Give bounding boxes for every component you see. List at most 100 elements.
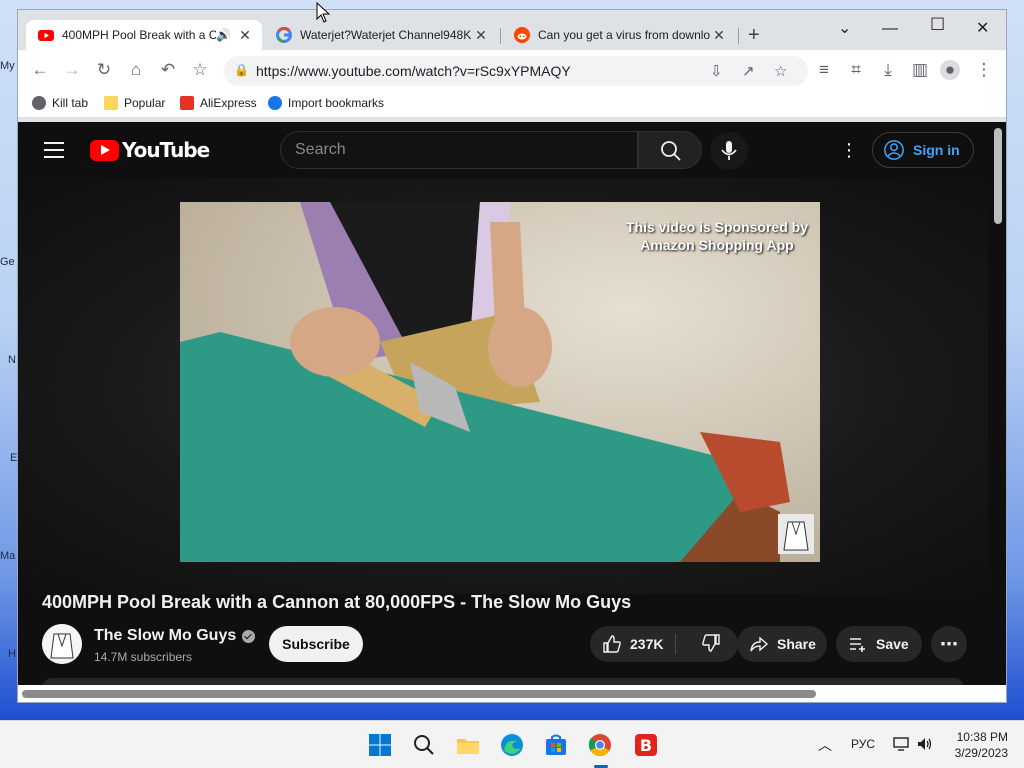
like-divider bbox=[675, 634, 676, 654]
media-control-icon[interactable]: ≡ bbox=[814, 60, 834, 80]
bookmark-kill-tab[interactable]: Kill tab bbox=[32, 96, 88, 110]
save-playlist-icon bbox=[850, 638, 865, 652]
channel-watermark-icon[interactable] bbox=[778, 514, 814, 554]
home-button[interactable]: ⌂ bbox=[126, 60, 146, 80]
subscribe-button[interactable]: Subscribe bbox=[269, 626, 363, 662]
desktop-icon-label[interactable]: Ma bbox=[0, 550, 15, 562]
tab-title: Waterjet?Waterjet Channel948K bbox=[300, 28, 472, 42]
desktop-icon-label[interactable]: My bbox=[0, 60, 15, 72]
close-tab-icon[interactable]: ✕ bbox=[710, 27, 728, 44]
profile-icon[interactable]: ● bbox=[940, 60, 960, 80]
crop-icon[interactable]: ⌗ bbox=[846, 60, 866, 80]
search-button[interactable] bbox=[638, 131, 702, 169]
tab-waterjet[interactable]: Waterjet?Waterjet Channel948K ✕ bbox=[264, 20, 498, 50]
sign-in-label: Sign in bbox=[913, 142, 960, 158]
google-icon bbox=[276, 27, 292, 43]
bookmark-label: AliExpress bbox=[200, 96, 257, 110]
back-button[interactable]: ← bbox=[30, 60, 50, 80]
hamburger-menu-icon[interactable] bbox=[44, 142, 64, 158]
edge-icon[interactable] bbox=[500, 733, 524, 757]
tab-search-icon[interactable]: ⌄ bbox=[838, 18, 851, 38]
search-icon[interactable] bbox=[412, 733, 436, 757]
video-player[interactable]: This video is Sponsored by Amazon Shoppi… bbox=[18, 178, 988, 594]
youtube-play-icon bbox=[90, 139, 119, 161]
search-icon bbox=[661, 141, 681, 161]
vertical-scrollbar[interactable] bbox=[990, 122, 1006, 702]
more-actions-button[interactable]: ⋯ bbox=[931, 626, 967, 662]
share-button[interactable]: Share bbox=[737, 626, 827, 662]
close-tab-icon[interactable]: ✕ bbox=[472, 27, 490, 44]
share-label: Share bbox=[777, 636, 816, 652]
language-indicator[interactable]: РУС bbox=[851, 737, 875, 751]
bookmark-import[interactable]: Import bookmarks bbox=[268, 96, 384, 110]
globe-icon bbox=[32, 96, 46, 110]
desktop-icon-label[interactable]: N bbox=[8, 354, 16, 366]
video-frame[interactable]: This video is Sponsored by Amazon Shoppi… bbox=[180, 202, 820, 562]
avatar-image bbox=[42, 624, 82, 664]
channel-avatar[interactable] bbox=[42, 624, 82, 664]
like-count: 237K bbox=[630, 636, 664, 652]
horizontal-scrollbar[interactable] bbox=[18, 685, 990, 702]
desktop-icon-label[interactable]: E bbox=[10, 452, 17, 464]
lock-icon[interactable]: 🔒 bbox=[234, 63, 249, 77]
scrollbar-corner bbox=[990, 685, 1006, 702]
network-icon[interactable] bbox=[892, 735, 910, 753]
sign-in-button[interactable]: Sign in bbox=[872, 132, 974, 168]
browser-toolbar: ← → ↻ ⌂ ↶ ☆ 🔒 https://www.youtube.com/wa… bbox=[18, 50, 1006, 90]
reload-button[interactable]: ↻ bbox=[94, 60, 114, 80]
channel-name-text[interactable]: The Slow Mo Guys bbox=[94, 627, 236, 645]
share-page-icon[interactable]: ↗ bbox=[742, 62, 755, 80]
close-tab-icon[interactable]: ✕ bbox=[236, 27, 254, 44]
channel-name[interactable]: The Slow Mo Guys bbox=[94, 627, 256, 645]
close-window-button[interactable]: ✕ bbox=[976, 18, 989, 38]
folder-icon bbox=[104, 96, 118, 110]
maximize-button[interactable]: ☐ bbox=[930, 15, 945, 35]
bookmark-label: Kill tab bbox=[52, 96, 89, 110]
forward-button[interactable]: → bbox=[62, 60, 82, 80]
search-input[interactable] bbox=[281, 132, 637, 168]
gear-icon bbox=[268, 96, 282, 110]
store-icon[interactable] bbox=[544, 733, 568, 757]
chrome-icon[interactable] bbox=[588, 733, 612, 757]
sponsor-overlay: This video is Sponsored by Amazon Shoppi… bbox=[626, 218, 808, 254]
star-icon[interactable]: ☆ bbox=[774, 62, 787, 80]
speaker-icon[interactable]: 🔊 bbox=[216, 28, 232, 42]
show-hidden-icons-chevron[interactable]: ︿ bbox=[818, 735, 832, 755]
desktop-icon-label[interactable]: H bbox=[8, 648, 16, 660]
like-dislike-group: 237K bbox=[590, 626, 738, 662]
mouse-cursor-icon bbox=[316, 2, 331, 23]
thumbs-up-icon bbox=[603, 635, 621, 653]
undo-icon[interactable]: ↶ bbox=[158, 60, 178, 80]
voice-search-button[interactable] bbox=[710, 132, 748, 170]
volume-icon[interactable] bbox=[916, 735, 934, 753]
windows-start-icon[interactable] bbox=[368, 733, 392, 757]
url-text[interactable]: https://www.youtube.com/watch?v=rSc9xYPM… bbox=[256, 63, 571, 79]
desktop-icon-label[interactable]: Ge bbox=[0, 256, 15, 268]
tab-youtube[interactable]: 400MPH Pool Break with a C 🔊 ✕ bbox=[26, 20, 262, 50]
save-button[interactable]: Save bbox=[836, 626, 922, 662]
side-panel-icon[interactable]: ▥ bbox=[910, 60, 930, 80]
bookmark-aliexpress[interactable]: AliExpress bbox=[180, 96, 257, 110]
address-bar[interactable]: 🔒 https://www.youtube.com/watch?v=rSc9xY… bbox=[224, 56, 808, 86]
like-button[interactable]: 237K bbox=[590, 634, 663, 654]
youtube-logo[interactable]: YouTube bbox=[90, 138, 210, 162]
install-app-icon[interactable]: ⇩ bbox=[710, 62, 723, 80]
bookmarks-bar: Kill tab Popular AliExpress Import bookm… bbox=[18, 90, 1006, 118]
dislike-button[interactable] bbox=[689, 633, 729, 656]
youtube-page: YouTube ⋮ Sign in bbox=[18, 122, 1006, 702]
scrollbar-thumb[interactable] bbox=[22, 690, 816, 698]
minimize-button[interactable]: — bbox=[882, 20, 898, 38]
bitdefender-icon[interactable]: B bbox=[634, 733, 658, 757]
download-icon[interactable]: ⤓ bbox=[878, 60, 898, 80]
system-clock[interactable]: 10:38 PM 3/29/2023 bbox=[948, 729, 1008, 761]
settings-kebab-icon[interactable]: ⋮ bbox=[840, 140, 858, 161]
bookmark-popular[interactable]: Popular bbox=[104, 96, 165, 110]
bookmark-star-icon[interactable]: ☆ bbox=[190, 60, 210, 80]
menu-kebab-icon[interactable]: ⋮ bbox=[974, 60, 994, 80]
new-tab-button[interactable]: + bbox=[748, 24, 760, 47]
verified-badge-icon bbox=[242, 629, 256, 643]
sponsor-line-1: This video is Sponsored by bbox=[625, 219, 808, 235]
file-explorer-icon[interactable] bbox=[456, 733, 480, 757]
scrollbar-thumb[interactable] bbox=[994, 128, 1002, 224]
tab-reddit[interactable]: Can you get a virus from downlo ✕ bbox=[502, 20, 736, 50]
